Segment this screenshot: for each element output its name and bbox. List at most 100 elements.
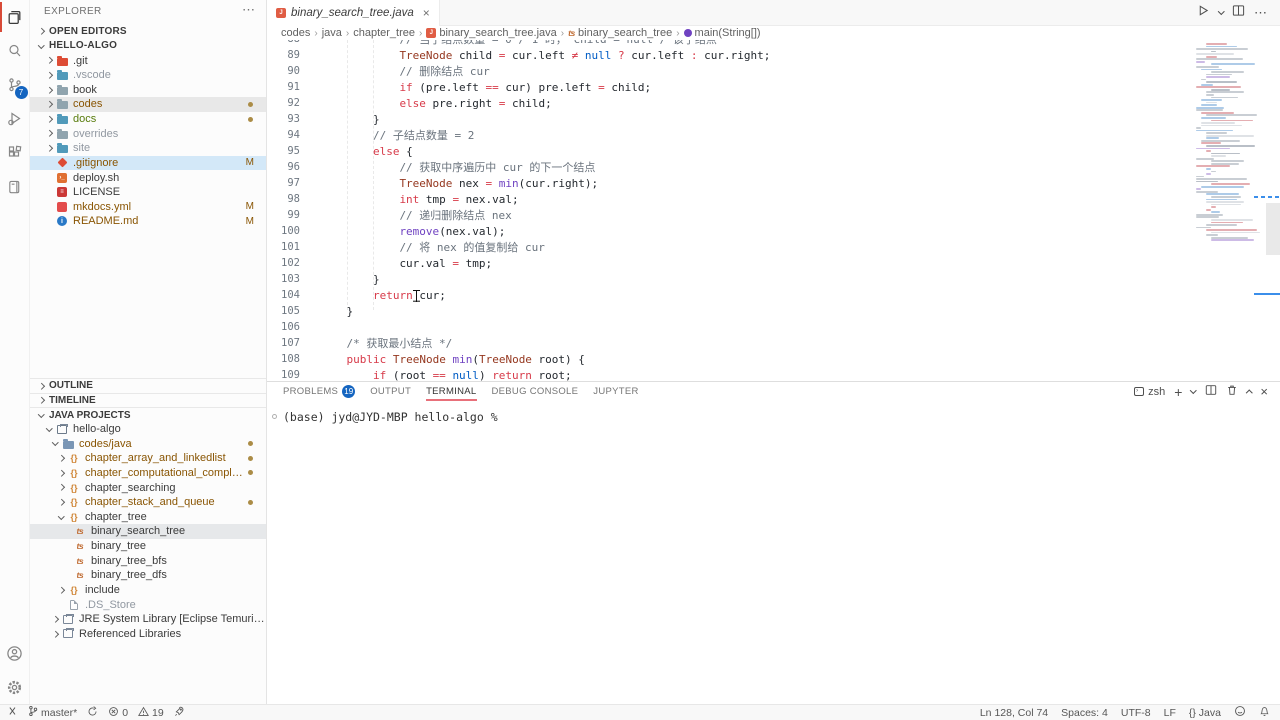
code-editor[interactable]: 88// 当子结点数量 = 0 / 1 时， child = null / 该子… [267,40,1280,381]
breadcrumb-method-symbol[interactable]: main(String[]) [684,27,761,39]
tree-item-git[interactable]: .git [30,53,266,68]
method-symbol-icon [684,29,692,37]
section-hello-algo[interactable]: HELLO-ALGO [30,39,266,54]
explorer-icon[interactable] [0,0,30,34]
tree-item-readme-md[interactable]: iREADME.mdM [30,214,266,229]
maximize-panel-icon[interactable] [1246,390,1252,396]
remote-indicator-icon[interactable] [6,705,18,720]
minimap-line [1206,168,1211,170]
section-outline[interactable]: OUTLINE [30,378,266,393]
run-and-debug-icon[interactable] [0,102,30,136]
tree-item-overrides[interactable]: overrides [30,126,266,141]
panel-tab-label: OUTPUT [370,386,411,397]
chevron-right-icon [58,470,64,476]
tree-item-jre-system-library-eclipse-temurin-17-17[interactable]: JRE System Library [Eclipse Temurin 17 [… [30,612,266,627]
status-cursor-position[interactable]: Ln 128, Col 74 [980,707,1048,719]
status-language-mode[interactable]: {} Java [1189,707,1221,719]
panel-tab-output[interactable]: OUTPUT [370,382,411,401]
breadcrumb-folder[interactable]: codes [281,27,310,39]
breadcrumb-java-file[interactable]: Jbinary_search_tree.java [426,27,556,39]
tree-item-hello-algo[interactable]: hello-algo [30,422,266,437]
chevron-right-icon [52,631,58,637]
minimap-line [1211,163,1239,165]
terminal-shell-selector[interactable]: ›zsh [1134,386,1165,398]
sync-icon[interactable] [87,706,98,720]
source-control-icon[interactable]: 7 [0,68,30,102]
more-actions-icon[interactable]: ⋯ [1254,5,1268,21]
terminal[interactable]: (base) jyd@JYD-MBP hello-algo % [267,401,1280,704]
close-panel-icon[interactable]: × [1260,384,1268,399]
minimap-line [1206,74,1232,76]
run-dropdown-icon[interactable] [1218,8,1224,14]
search-icon[interactable] [0,34,30,68]
kill-terminal-icon[interactable] [1226,384,1238,399]
breadcrumb-class-symbol[interactable]: ʦbinary_search_tree [568,27,672,39]
tab-binary-search-tree[interactable]: J binary_search_tree.java × [267,0,440,26]
lib-icon [61,629,75,638]
tree-item-binary-search-tree[interactable]: ʦbinary_search_tree [30,524,266,539]
new-terminal-button[interactable]: + [1174,384,1182,400]
tree-item-binary-tree[interactable]: ʦbinary_tree [30,539,266,554]
panel-tab-problems[interactable]: PROBLEMS19 [283,382,355,401]
run-button[interactable] [1197,4,1210,22]
bell-icon [1259,705,1270,720]
split-editor-icon[interactable] [1232,4,1245,22]
tree-item-site[interactable]: site [30,141,266,156]
tree-item-chapter-array-and-linkedlist[interactable]: {}chapter_array_and_linkedlist [30,451,266,466]
breadcrumb-folder[interactable]: chapter_tree [353,27,415,39]
notebook-icon[interactable] [0,170,30,204]
accounts-icon[interactable] [0,636,30,670]
extensions-icon[interactable] [0,136,30,170]
rocket-icon[interactable] [174,706,185,720]
tree-item-gitignore[interactable]: .gitignoreM [30,156,266,171]
minimap-line [1196,130,1233,132]
tab-close-icon[interactable]: × [423,6,430,20]
panel-tab-debug-console[interactable]: DEBUG CONSOLE [492,382,579,401]
tree-item-book[interactable]: book [30,83,266,98]
minimap-line [1206,46,1237,48]
minimap[interactable] [1192,40,1266,381]
tree-item-vscode[interactable]: .vscode [30,68,266,83]
tree-item-include[interactable]: {}include [30,583,266,598]
tree-item-binary-tree-bfs[interactable]: ʦbinary_tree_bfs [30,553,266,568]
line-number: 93 [267,113,300,125]
tree-item-deploy-sh[interactable]: ›_deploy.sh [30,170,266,185]
chevron-slot [56,471,67,476]
editor-scrollbar-thumb[interactable] [1266,203,1280,255]
tree-item-chapter-computational-complexity[interactable]: {}chapter_computational_complexity [30,466,266,481]
tree-item-license[interactable]: ≡LICENSE [30,185,266,200]
terminal-dropdown-icon[interactable] [1190,387,1196,393]
minimap-line [1206,94,1214,96]
minimap-line [1201,140,1240,142]
tree-item-mkdocs-yml[interactable]: mkdocs.ymlM [30,200,266,215]
feedback-icon[interactable] [1234,705,1246,720]
panel-tab-jupyter[interactable]: JUPYTER [593,382,638,401]
breadcrumb-folder[interactable]: java [322,27,342,39]
tree-item-codes[interactable]: codes [30,97,266,112]
status-encoding[interactable]: UTF-8 [1121,707,1151,719]
section-java-projects[interactable]: JAVA PROJECTS [30,407,266,422]
tree-item-ds-store[interactable]: .DS_Store [30,597,266,612]
tree-item-chapter-tree[interactable]: {}chapter_tree [30,510,266,525]
section-open-editors[interactable]: OPEN EDITORS [30,24,266,39]
split-terminal-icon[interactable] [1205,384,1217,399]
tree-item-docs[interactable]: docs [30,112,266,127]
token: (cur.right); [519,177,598,190]
line-number: 91 [267,81,300,93]
minimap-line [1206,114,1257,116]
bell-icon[interactable] [1259,705,1270,720]
tree-item-referenced-libraries[interactable]: Referenced Libraries [30,627,266,642]
status-indentation[interactable]: Spaces: 4 [1061,707,1108,719]
error-icon[interactable]: 0 [108,706,128,720]
sidebar-more-actions[interactable]: ⋯ [242,2,256,18]
tree-item-binary-tree-dfs[interactable]: ʦbinary_tree_dfs [30,568,266,583]
panel-tab-terminal[interactable]: TERMINAL [426,382,476,401]
status-eol[interactable]: LF [1164,707,1176,719]
settings-gear-icon[interactable] [0,670,30,704]
section-timeline[interactable]: TIMELINE [30,393,266,408]
tree-item-chapter-stack-and-queue[interactable]: {}chapter_stack_and_queue [30,495,266,510]
tree-item-codes-java[interactable]: codes/java [30,436,266,451]
warning-icon[interactable]: 19 [138,706,164,720]
tree-item-chapter-searching[interactable]: {}chapter_searching [30,480,266,495]
git-branch-icon[interactable]: master* [28,705,77,720]
